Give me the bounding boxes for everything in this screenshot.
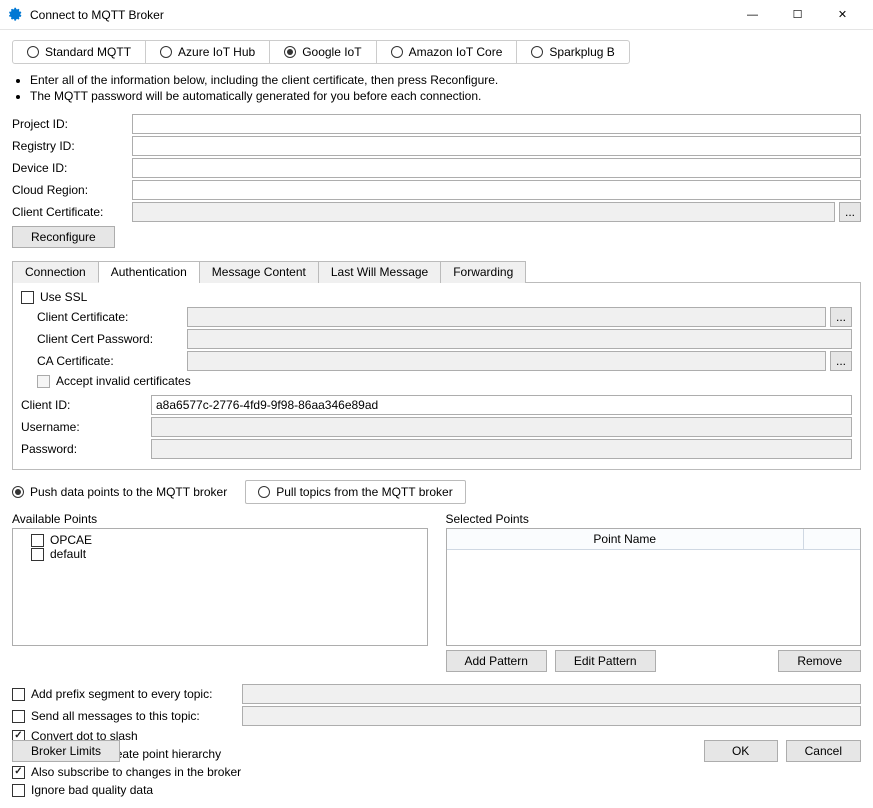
username-label: Username:: [21, 420, 151, 434]
accept-invalid-cert-checkbox[interactable]: [37, 375, 50, 388]
tab-connection[interactable]: Connection: [12, 261, 99, 283]
also-subscribe-checkbox[interactable]: [12, 766, 25, 779]
add-prefix-input[interactable]: [242, 684, 861, 704]
mode-pull[interactable]: Pull topics from the MQTT broker: [245, 480, 466, 504]
titlebar: Connect to MQTT Broker — ☐ ✕: [0, 0, 873, 30]
tab-sparkplug-b[interactable]: Sparkplug B: [517, 41, 628, 63]
radio-icon: [160, 46, 172, 58]
device-id-input[interactable]: [132, 158, 861, 178]
selected-points-table[interactable]: Point Name: [446, 528, 862, 646]
device-id-label: Device ID:: [12, 161, 132, 175]
authentication-panel: Use SSL Client Certificate: ... Client C…: [12, 283, 861, 470]
tree-checkbox[interactable]: [31, 548, 44, 561]
window-title: Connect to MQTT Broker: [30, 8, 730, 22]
close-button[interactable]: ✕: [820, 1, 865, 29]
ignore-bad-quality-checkbox[interactable]: [12, 784, 25, 797]
radio-icon: [258, 486, 270, 498]
reconfigure-button[interactable]: Reconfigure: [12, 226, 115, 248]
use-ssl-checkbox[interactable]: [21, 291, 34, 304]
cloud-region-label: Cloud Region:: [12, 183, 132, 197]
broker-limits-button[interactable]: Broker Limits: [12, 740, 120, 762]
tab-amazon-iot[interactable]: Amazon IoT Core: [377, 41, 518, 63]
info-text: Enter all of the information below, incl…: [14, 72, 861, 104]
tree-checkbox[interactable]: [31, 534, 44, 547]
gear-icon: [8, 7, 24, 23]
selected-points-title: Selected Points: [446, 512, 862, 526]
available-points-tree[interactable]: OPCAE default: [12, 528, 428, 646]
add-pattern-button[interactable]: Add Pattern: [446, 650, 547, 672]
browse-ssl-ca-cert-button[interactable]: ...: [830, 351, 852, 371]
tab-forwarding[interactable]: Forwarding: [440, 261, 526, 283]
maximize-button[interactable]: ☐: [775, 1, 820, 29]
remove-button[interactable]: Remove: [778, 650, 861, 672]
browse-ssl-client-cert-button[interactable]: ...: [830, 307, 852, 327]
ssl-client-cert-pw-input[interactable]: [187, 329, 852, 349]
ssl-client-cert-input[interactable]: [187, 307, 826, 327]
tab-message-content[interactable]: Message Content: [199, 261, 319, 283]
tab-authentication[interactable]: Authentication: [98, 261, 200, 283]
radio-icon: [27, 46, 39, 58]
tab-google-iot[interactable]: Google IoT: [270, 41, 376, 63]
radio-icon: [284, 46, 296, 58]
ssl-ca-cert-label: CA Certificate:: [37, 354, 187, 368]
tab-last-will[interactable]: Last Will Message: [318, 261, 441, 283]
cloud-region-input[interactable]: [132, 180, 861, 200]
edit-pattern-button[interactable]: Edit Pattern: [555, 650, 656, 672]
cancel-button[interactable]: Cancel: [786, 740, 861, 762]
browse-client-cert-button[interactable]: ...: [839, 202, 861, 222]
client-id-label: Client ID:: [21, 398, 151, 412]
send-all-input[interactable]: [242, 706, 861, 726]
settings-tab-strip: Connection Authentication Message Conten…: [12, 260, 861, 283]
client-id-input[interactable]: [151, 395, 852, 415]
add-prefix-checkbox[interactable]: [12, 688, 25, 701]
username-input[interactable]: [151, 417, 852, 437]
registry-id-label: Registry ID:: [12, 139, 132, 153]
send-all-checkbox[interactable]: [12, 710, 25, 723]
ssl-ca-cert-input[interactable]: [187, 351, 826, 371]
available-points-title: Available Points: [12, 512, 428, 526]
col-spare: [804, 529, 860, 549]
col-point-name[interactable]: Point Name: [447, 529, 805, 549]
password-label: Password:: [21, 442, 151, 456]
ok-button[interactable]: OK: [704, 740, 778, 762]
client-certificate-input[interactable]: [132, 202, 835, 222]
table-header: Point Name: [447, 529, 861, 550]
ssl-client-cert-label: Client Certificate:: [37, 310, 187, 324]
radio-icon: [12, 486, 24, 498]
mode-push[interactable]: Push data points to the MQTT broker: [12, 481, 239, 503]
password-input[interactable]: [151, 439, 852, 459]
registry-id-input[interactable]: [132, 136, 861, 156]
radio-icon: [531, 46, 543, 58]
tree-item[interactable]: OPCAE: [17, 533, 423, 547]
project-id-input[interactable]: [132, 114, 861, 134]
client-certificate-label: Client Certificate:: [12, 205, 132, 219]
radio-icon: [391, 46, 403, 58]
broker-type-tabs: Standard MQTT Azure IoT Hub Google IoT A…: [12, 40, 630, 64]
tree-item[interactable]: default: [17, 547, 423, 561]
tab-azure-iot[interactable]: Azure IoT Hub: [146, 41, 270, 63]
ssl-client-cert-pw-label: Client Cert Password:: [37, 332, 187, 346]
project-id-label: Project ID:: [12, 117, 132, 131]
tab-standard-mqtt[interactable]: Standard MQTT: [13, 41, 146, 63]
minimize-button[interactable]: —: [730, 1, 775, 29]
